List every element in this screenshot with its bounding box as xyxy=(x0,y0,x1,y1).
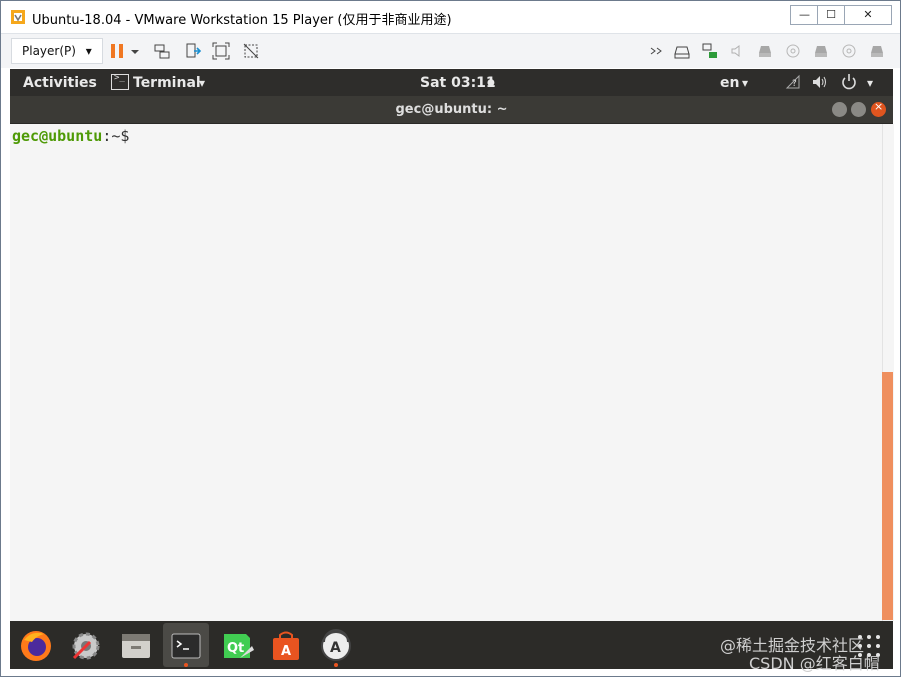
clock[interactable]: Sat 03:11 xyxy=(420,75,496,91)
activities-button[interactable]: Activities xyxy=(23,75,97,91)
hdd-icon[interactable] xyxy=(868,42,886,60)
terminal-close-button[interactable]: × xyxy=(871,100,886,117)
svg-text:A: A xyxy=(330,640,341,656)
terminal-icon: >_ xyxy=(111,73,129,90)
vmware-window: Ubuntu-18.04 - VMware Workstation 15 Pla… xyxy=(0,0,901,677)
terminal-maximize-button[interactable] xyxy=(851,102,866,117)
usb-icon[interactable] xyxy=(812,42,830,60)
chevron-down-icon: ▾ xyxy=(85,44,92,58)
watermark-csdn: CSDN @红客白帽 xyxy=(749,654,880,673)
scrollbar-thumb[interactable] xyxy=(882,372,893,620)
prompt-user-host: gec@ubuntu xyxy=(12,127,103,145)
ubuntu-dock: Qt A A @稀土掘金技术社区 CSDN @红客白帽 xyxy=(10,621,893,673)
software-center-icon[interactable]: A xyxy=(268,628,304,664)
svg-text:?: ? xyxy=(792,79,797,89)
player-menu-button[interactable]: Player(P) ▾ xyxy=(11,38,103,64)
running-indicator xyxy=(184,663,188,667)
player-menu-label: Player(P) xyxy=(22,44,76,58)
terminal-icon[interactable] xyxy=(168,628,204,664)
chevron-down-icon: ▾ xyxy=(742,76,749,90)
removable-devices-icon[interactable] xyxy=(184,42,202,60)
gnome-topbar: Activities >_ Terminal ▾ Sat 03:11 ● en … xyxy=(10,69,893,96)
vmware-toolbar: Player(P) ▾ xyxy=(1,33,900,68)
arrows-icon[interactable] xyxy=(648,42,666,60)
hdd-icon[interactable] xyxy=(673,42,691,60)
prompt-path: :~$ xyxy=(102,127,139,145)
firefox-icon[interactable] xyxy=(18,628,54,664)
unity-icon[interactable] xyxy=(242,42,260,60)
notification-dot: ● xyxy=(487,78,495,88)
window-titlebar: Ubuntu-18.04 - VMware Workstation 15 Pla… xyxy=(1,1,900,33)
guest-screen[interactable]: Activities >_ Terminal ▾ Sat 03:11 ● en … xyxy=(10,69,894,673)
language-indicator[interactable]: en xyxy=(720,75,739,91)
terminal-headerbar: gec@ubuntu: ~ × xyxy=(10,96,893,124)
terminal-minimize-button[interactable] xyxy=(832,102,847,117)
close-button[interactable]: ✕ xyxy=(844,5,892,25)
power-icon[interactable] xyxy=(841,73,857,90)
fullscreen-icon[interactable] xyxy=(212,42,230,60)
close-icon: × xyxy=(874,100,884,113)
chevron-down-icon: ▾ xyxy=(867,76,874,90)
window-title: Ubuntu-18.04 - VMware Workstation 15 Pla… xyxy=(32,13,452,28)
running-indicator xyxy=(334,663,338,667)
terminal-content[interactable]: gec@ubuntu:~$ xyxy=(10,124,894,621)
files-icon[interactable] xyxy=(118,628,154,664)
svg-text:Qt: Qt xyxy=(227,641,244,656)
chevron-down-icon: ▾ xyxy=(199,76,206,90)
cd-icon[interactable] xyxy=(784,42,802,60)
svg-text:A: A xyxy=(281,644,291,659)
pause-icon[interactable] xyxy=(108,42,126,60)
sound-icon[interactable] xyxy=(729,42,747,60)
network-status-icon[interactable]: ? xyxy=(785,74,801,90)
minimize-button[interactable]: — xyxy=(790,5,819,25)
update-icon[interactable]: A xyxy=(318,628,354,664)
network-icon[interactable] xyxy=(701,42,719,60)
shell-prompt: gec@ubuntu:~$ xyxy=(12,127,138,145)
vmware-app-icon xyxy=(11,10,25,24)
send-ctrl-alt-del-icon[interactable] xyxy=(153,42,171,60)
maximize-button[interactable]: ☐ xyxy=(817,5,845,25)
chevron-down-icon[interactable] xyxy=(129,42,141,60)
app-menu-button[interactable]: Terminal xyxy=(133,75,201,91)
floppy-icon[interactable] xyxy=(840,42,858,60)
terminal-title: gec@ubuntu: ~ xyxy=(395,102,508,117)
printer-icon[interactable] xyxy=(756,42,774,60)
qt-creator-icon[interactable]: Qt xyxy=(218,628,254,664)
volume-icon[interactable] xyxy=(811,74,829,90)
settings-icon[interactable] xyxy=(68,628,104,664)
